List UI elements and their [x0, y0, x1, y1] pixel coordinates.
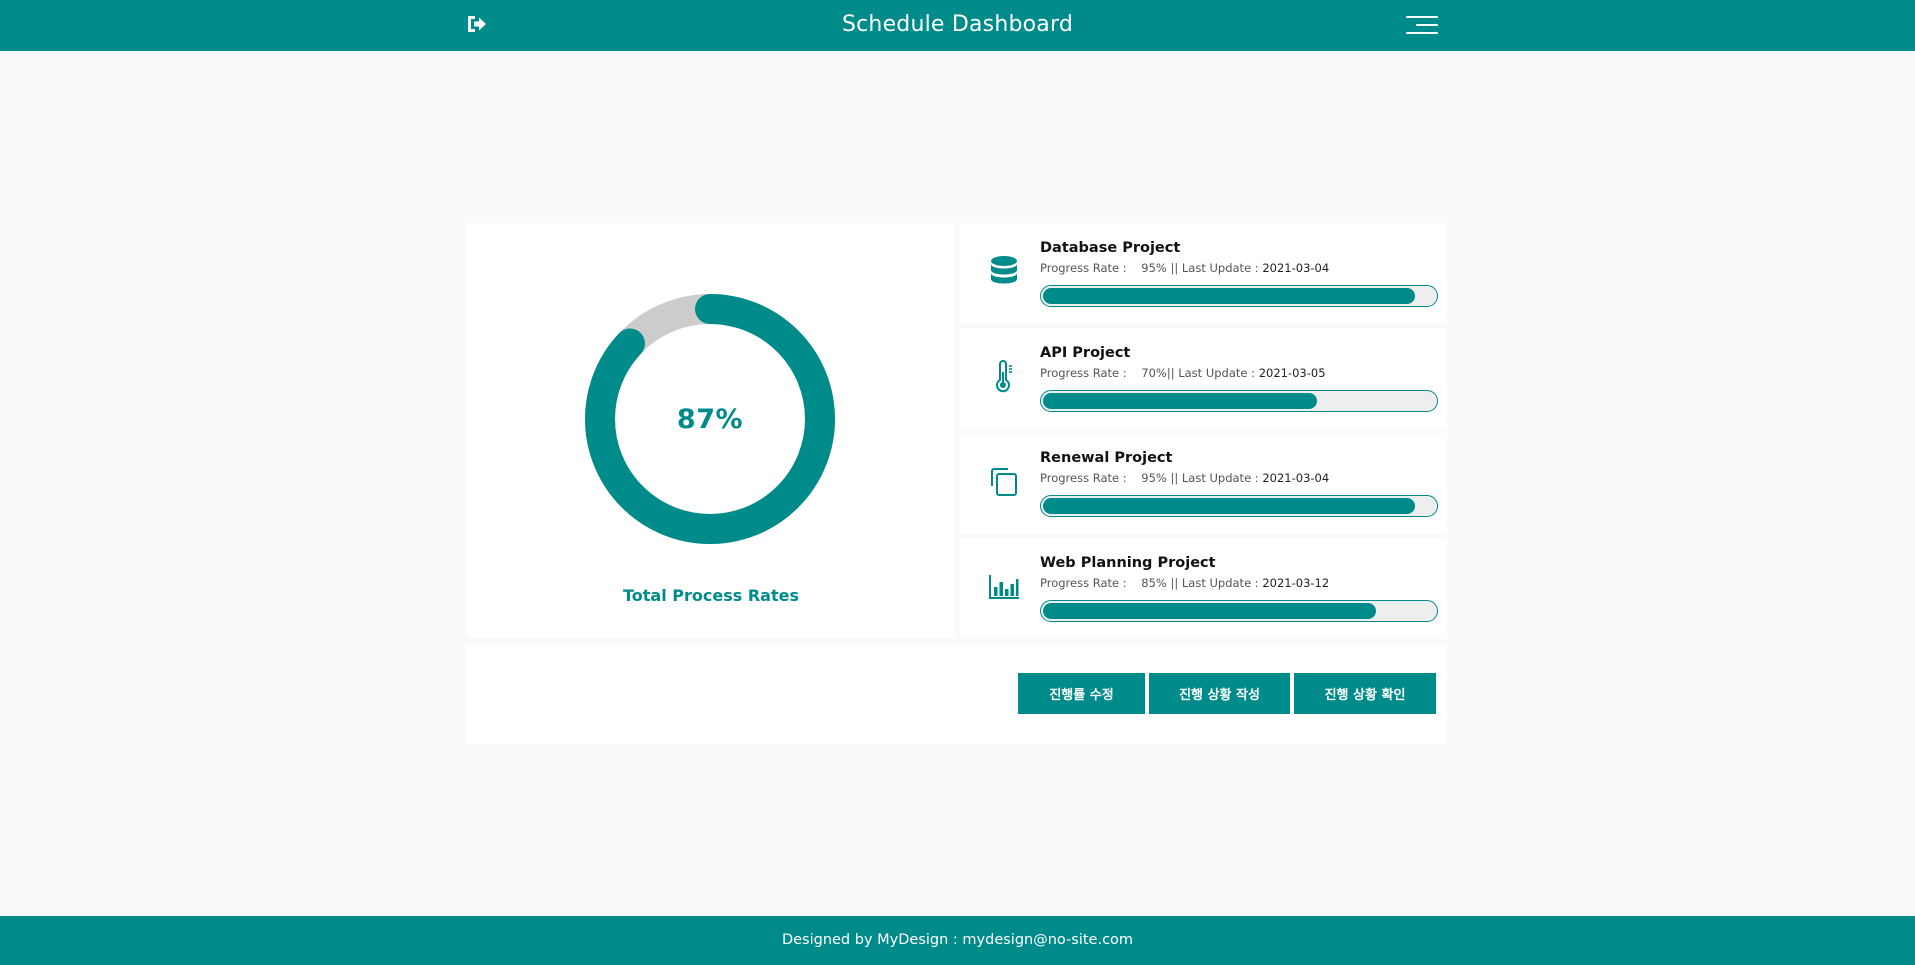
project-name: Database Project [1040, 240, 1181, 256]
project-name: API Project [1040, 345, 1131, 361]
last-update-date: 2021-03-04 [1262, 471, 1330, 485]
progress-rate-label: Progress Rate : [1040, 471, 1127, 485]
progress-bar [1040, 285, 1438, 307]
check-status-button[interactable]: 진행 상황 확인 [1294, 673, 1436, 714]
action-bar: 진행률 수정 진행 상황 작성 진행 상황 확인 [467, 645, 1447, 744]
footer: Designed by MyDesign : mydesign@no-site.… [0, 916, 1915, 965]
last-update-date: 2021-03-05 [1258, 366, 1326, 380]
thermometer-icon [996, 360, 1012, 393]
write-status-button[interactable]: 진행 상황 작성 [1149, 673, 1290, 714]
progress-bar-fill [1043, 288, 1416, 304]
progress-rate-value: 95% || Last Update : [1141, 471, 1259, 485]
progress-bar-fill [1043, 603, 1377, 619]
progress-bar-fill [1043, 393, 1318, 409]
progress-rate-label: Progress Rate : [1040, 576, 1127, 590]
progress-rate-label: Progress Rate : [1040, 366, 1127, 380]
last-update-date: 2021-03-04 [1262, 261, 1330, 275]
edit-progress-button[interactable]: 진행률 수정 [1018, 673, 1145, 714]
progress-bar [1040, 600, 1438, 622]
last-update-date: 2021-03-12 [1262, 576, 1330, 590]
progress-rate-label: Progress Rate : [1040, 261, 1127, 275]
progress-bar [1040, 390, 1438, 412]
hamburger-menu-icon[interactable] [1406, 15, 1438, 35]
bar-chart-icon [989, 575, 1019, 599]
project-name: Renewal Project [1040, 450, 1173, 466]
project-card-api: API Project Progress Rate : 70%|| Last U… [960, 328, 1447, 429]
project-meta: Progress Rate : 95% || Last Update : 202… [1040, 471, 1329, 485]
page-title: Schedule Dashboard [841, 12, 1074, 37]
progress-bar [1040, 495, 1438, 517]
project-card-database: Database Project Progress Rate : 95% || … [960, 223, 1447, 324]
project-meta: Progress Rate : 85% || Last Update : 202… [1040, 576, 1329, 590]
project-card-web-planning: Web Planning Project Progress Rate : 85%… [960, 538, 1447, 639]
project-name: Web Planning Project [1040, 555, 1216, 571]
project-meta: Progress Rate : 70%|| Last Update : 2021… [1040, 366, 1326, 380]
total-progress-label: Total Process Rates [623, 586, 799, 605]
database-icon [991, 256, 1017, 284]
header-bar: Schedule Dashboard [0, 0, 1915, 51]
project-card-renewal: Renewal Project Progress Rate : 95% || L… [960, 433, 1447, 534]
project-meta: Progress Rate : 95% || Last Update : 202… [1040, 261, 1329, 275]
copy-icon [991, 468, 1017, 496]
progress-rate-value: 95% || Last Update : [1141, 261, 1259, 275]
progress-rate-value: 85% || Last Update : [1141, 576, 1259, 590]
total-progress-card: 87% Total Process Rates [467, 223, 955, 638]
progress-bar-fill [1043, 498, 1416, 514]
progress-rate-value: 70%|| Last Update : [1141, 366, 1256, 380]
total-progress-value: 87% [676, 403, 744, 435]
sign-out-icon[interactable] [466, 14, 488, 34]
